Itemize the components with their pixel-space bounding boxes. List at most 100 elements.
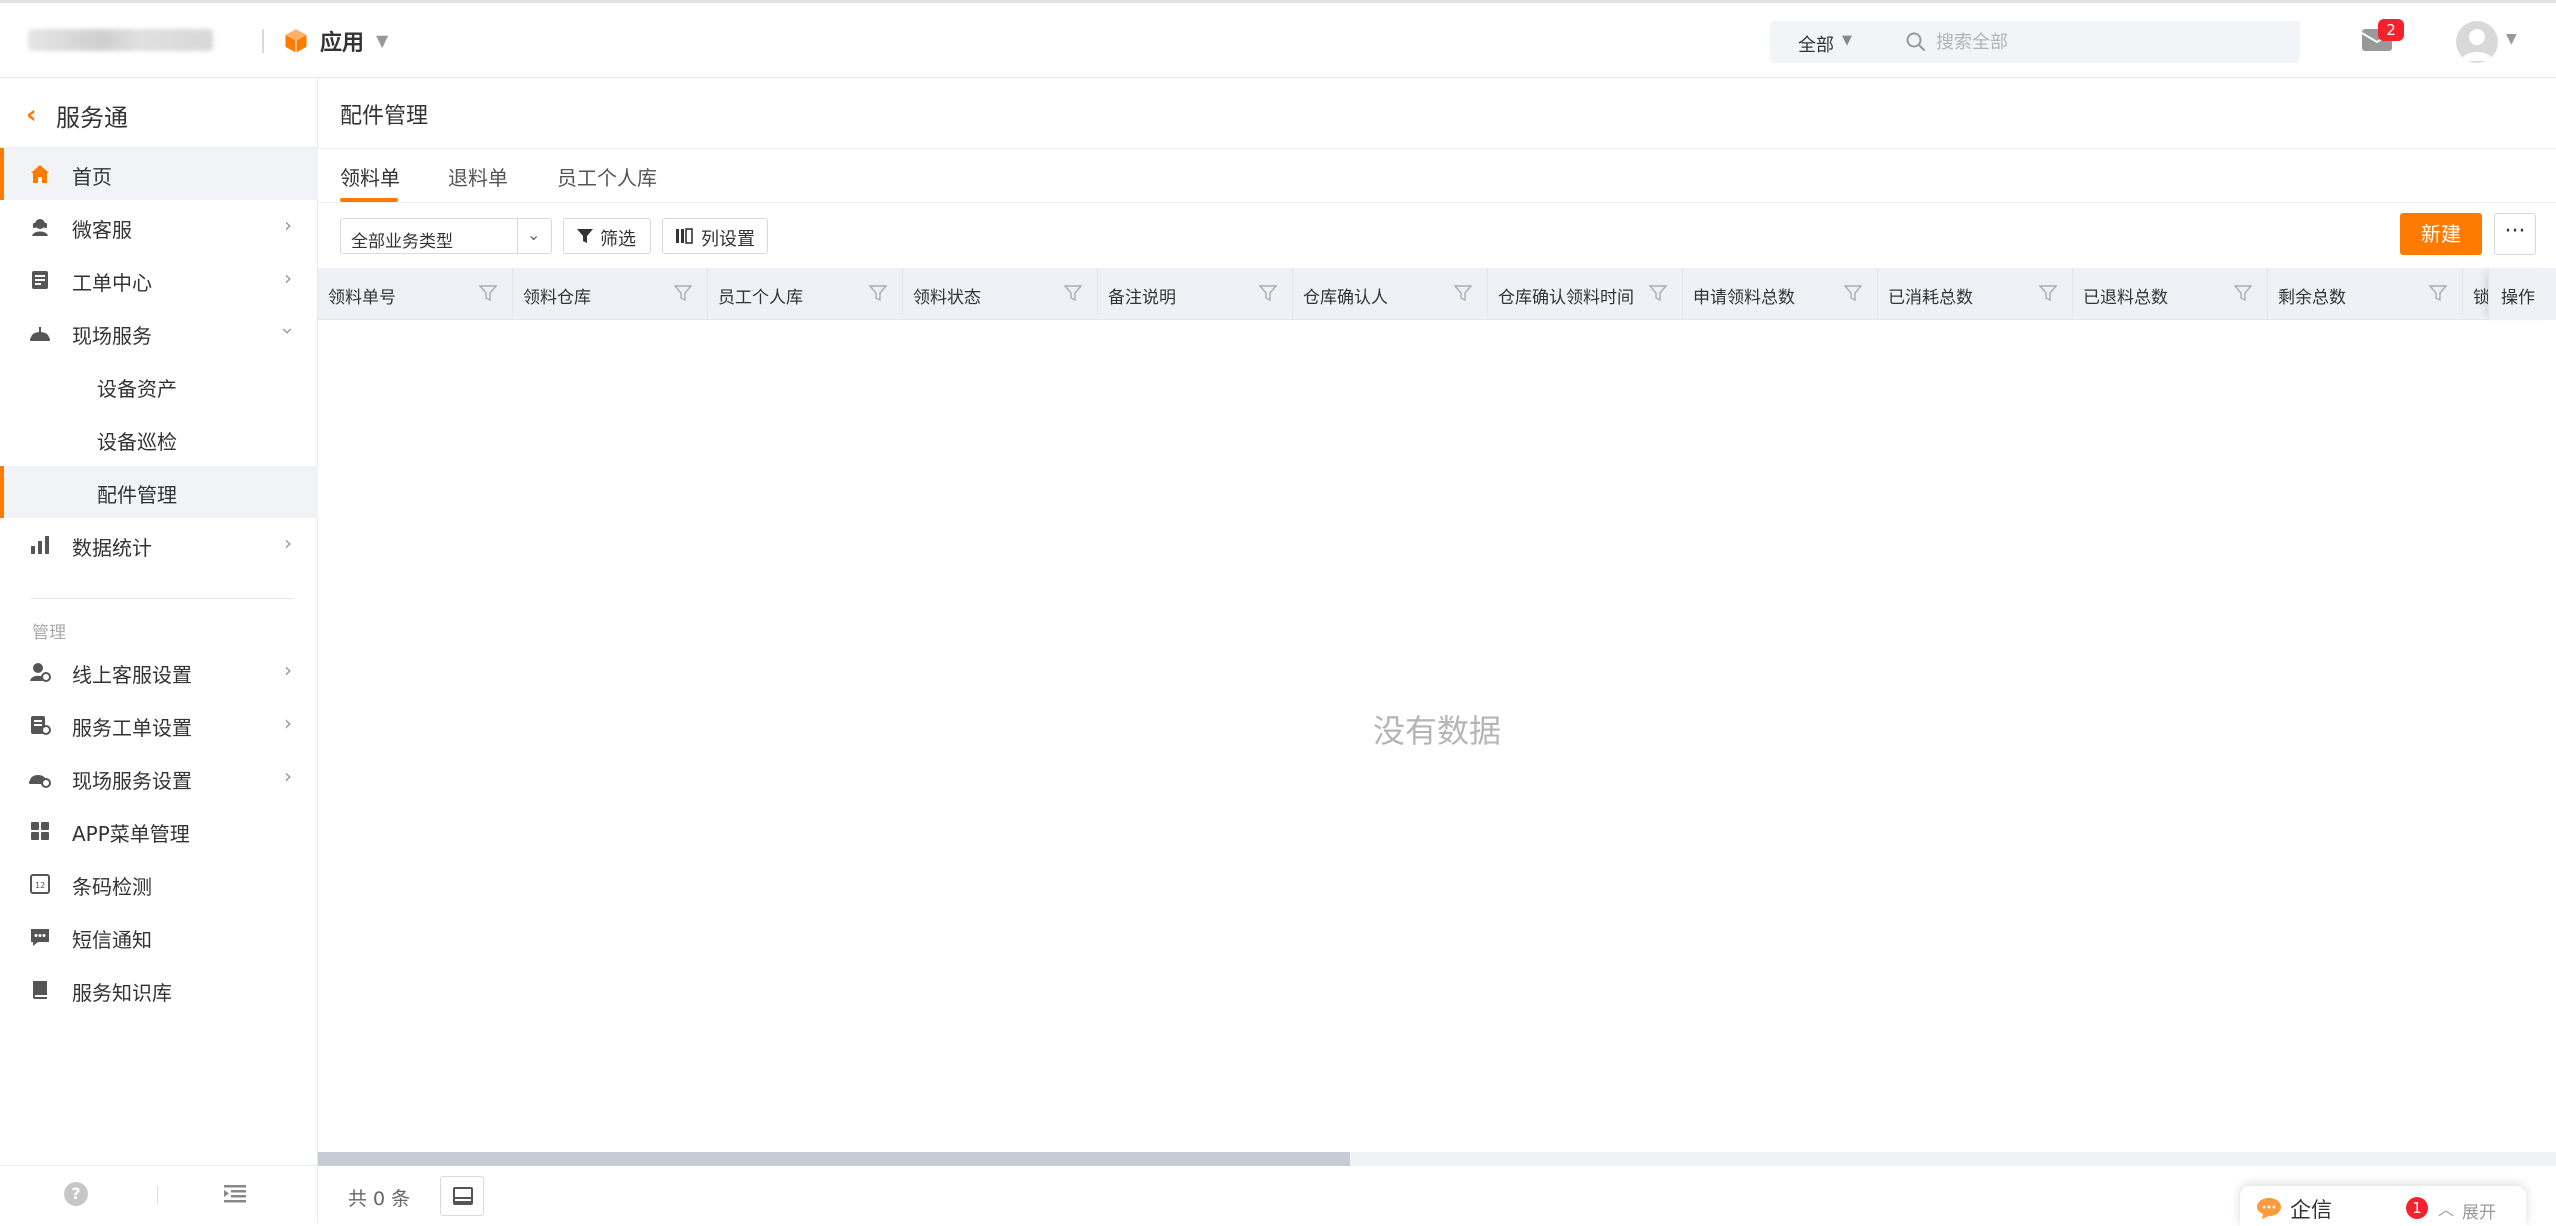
- column-header-label: 领料单号: [328, 288, 396, 308]
- column-header[interactable]: 已退料总数: [2073, 268, 2268, 320]
- column-filter-icon[interactable]: [1258, 283, 1278, 303]
- column-header[interactable]: 领料仓库: [513, 268, 708, 320]
- caret-down-icon[interactable]: ▼: [1842, 33, 1852, 48]
- sidebar-divider: [30, 598, 294, 599]
- tabs-divider: [318, 202, 2556, 203]
- sidebar-item-statistics[interactable]: 数据统计 ›: [0, 519, 318, 571]
- sidebar-item-ticket-center[interactable]: 工单中心 ›: [0, 254, 318, 306]
- back-arrow-icon[interactable]: ‹: [26, 100, 37, 130]
- caret-down-icon[interactable]: ▼: [376, 31, 388, 50]
- avatar[interactable]: [2456, 21, 2498, 63]
- chat-unread-badge: 1: [2406, 1197, 2428, 1219]
- sidebar-subitem-device-inspection[interactable]: 设备巡检: [0, 413, 318, 465]
- columns-icon: [676, 228, 693, 244]
- barcode-icon: 12: [30, 874, 50, 894]
- sidebar-item-label: 条码检测: [72, 875, 152, 899]
- sidebar-subitem-label: 设备巡检: [97, 430, 177, 454]
- column-header[interactable]: 备注说明: [1098, 268, 1293, 320]
- sidebar-item-field-service[interactable]: 现场服务 ›: [0, 307, 318, 359]
- column-filter-icon[interactable]: [2233, 283, 2253, 303]
- chat-widget[interactable]: 企信 1 ︿ 展开: [2240, 1186, 2526, 1226]
- title-divider: [318, 148, 2556, 149]
- sidebar-item-label: 现场服务: [72, 324, 152, 348]
- sidebar-item-label: APP菜单管理: [72, 822, 190, 846]
- sidebar-subitem-parts-management[interactable]: 配件管理: [0, 466, 318, 518]
- sidebar-item-barcode[interactable]: 12 条码检测: [0, 858, 318, 910]
- tab-requisition[interactable]: 领料单: [340, 162, 400, 202]
- ticket-icon: [32, 271, 48, 289]
- search-scope-select[interactable]: 全部: [1798, 31, 1834, 57]
- scrollbar-thumb[interactable]: [318, 1152, 1350, 1166]
- sidebar-item-micro-service[interactable]: 微客服 ›: [0, 201, 318, 253]
- column-filter-icon[interactable]: [2428, 283, 2448, 303]
- select-separator: [517, 219, 518, 253]
- new-button[interactable]: 新建: [2400, 213, 2482, 255]
- column-filter-icon[interactable]: [1063, 283, 1083, 303]
- column-header[interactable]: 员工个人库: [708, 268, 903, 320]
- page-size-button[interactable]: [440, 1176, 484, 1216]
- sms-icon: [31, 929, 49, 946]
- column-header[interactable]: 已消耗总数: [1878, 268, 2073, 320]
- sidebar-item-label: 服务工单设置: [72, 716, 192, 740]
- column-settings-label: 列设置: [701, 229, 755, 250]
- column-header[interactable]: 领料单号: [318, 268, 513, 320]
- column-filter-icon[interactable]: [673, 283, 693, 303]
- sidebar-item-label: 线上客服设置: [72, 663, 192, 687]
- column-settings-button[interactable]: 列设置: [662, 218, 768, 254]
- top-divider: [262, 29, 264, 53]
- column-filter-icon[interactable]: [2038, 283, 2058, 303]
- column-filter-icon[interactable]: [1843, 283, 1863, 303]
- table-header: 领料单号 领料仓库 员工个人库 领料状态 备注说明 仓库确认人 仓库确认领料时间 申请领料总数…: [318, 268, 2556, 320]
- column-filter-icon[interactable]: [1648, 283, 1668, 303]
- chat-expand-label[interactable]: 展开: [2462, 1198, 2496, 1223]
- horizontal-scrollbar[interactable]: [318, 1152, 2556, 1166]
- filter-label: 筛选: [600, 229, 636, 250]
- sidebar-item-label: 首页: [72, 165, 112, 189]
- filter-button[interactable]: 筛选: [563, 218, 651, 254]
- column-filter-icon[interactable]: [868, 283, 888, 303]
- tab-employee-stock[interactable]: 员工个人库: [557, 162, 657, 202]
- org-logo[interactable]: [28, 29, 213, 51]
- helmet-icon: [30, 327, 50, 341]
- sidebar-item-label: 微客服: [72, 218, 132, 242]
- chevron-right-icon: ›: [284, 764, 292, 788]
- more-options-button[interactable]: ···: [2494, 213, 2536, 255]
- chevron-right-icon: ›: [284, 266, 292, 290]
- collapse-menu-icon[interactable]: [222, 1182, 248, 1206]
- service-settings-icon: [30, 663, 51, 682]
- sidebar-item-knowledge-base[interactable]: 服务知识库: [0, 964, 318, 1016]
- sidebar-item-app-menu[interactable]: APP菜单管理: [0, 805, 318, 857]
- chevron-right-icon: ›: [284, 711, 292, 735]
- app-cube-icon[interactable]: [282, 27, 310, 55]
- sidebar-subitem-device-assets[interactable]: 设备资产: [0, 360, 318, 412]
- user-icon: [2461, 29, 2493, 61]
- column-filter-icon[interactable]: [478, 283, 498, 303]
- help-icon[interactable]: ?: [64, 1182, 88, 1206]
- column-header[interactable]: 申请领料总数: [1683, 268, 1878, 320]
- sidebar-item-field-service-settings[interactable]: 现场服务设置 ›: [0, 752, 318, 804]
- svg-text:12: 12: [35, 881, 45, 890]
- column-header[interactable]: 剩余总数: [2268, 268, 2463, 320]
- search-input[interactable]: [1936, 27, 2276, 57]
- column-header-label: 已消耗总数: [1888, 288, 1973, 308]
- chevron-up-icon[interactable]: ︿: [2438, 1196, 2454, 1220]
- chevron-down-icon[interactable]: ⌄: [527, 225, 540, 244]
- column-header[interactable]: 仓库确认人: [1293, 268, 1488, 320]
- field-settings-icon: [29, 775, 51, 788]
- column-header-label: 剩余总数: [2278, 288, 2346, 308]
- business-type-select[interactable]: 全部业务类型 ⌄: [340, 218, 552, 254]
- sidebar-item-sms[interactable]: 短信通知: [0, 911, 318, 963]
- column-header[interactable]: 领料状态: [903, 268, 1098, 320]
- caret-down-icon[interactable]: ▼: [2506, 31, 2517, 47]
- column-filter-icon[interactable]: [1453, 283, 1473, 303]
- tab-return[interactable]: 退料单: [448, 162, 508, 202]
- service-agent-icon: [32, 219, 48, 236]
- sidebar-item-label: 服务知识库: [72, 981, 172, 1005]
- sidebar-item-ticket-settings[interactable]: 服务工单设置 ›: [0, 699, 318, 751]
- app-menu-label[interactable]: 应用: [320, 25, 364, 57]
- sidebar-item-home[interactable]: 首页: [0, 148, 318, 200]
- column-header[interactable]: 仓库确认领料时间: [1488, 268, 1683, 320]
- sidebar-item-online-service-settings[interactable]: 线上客服设置 ›: [0, 646, 318, 698]
- sidebar-header: ‹ 服务通: [0, 78, 318, 148]
- column-header-label: 员工个人库: [718, 288, 803, 308]
